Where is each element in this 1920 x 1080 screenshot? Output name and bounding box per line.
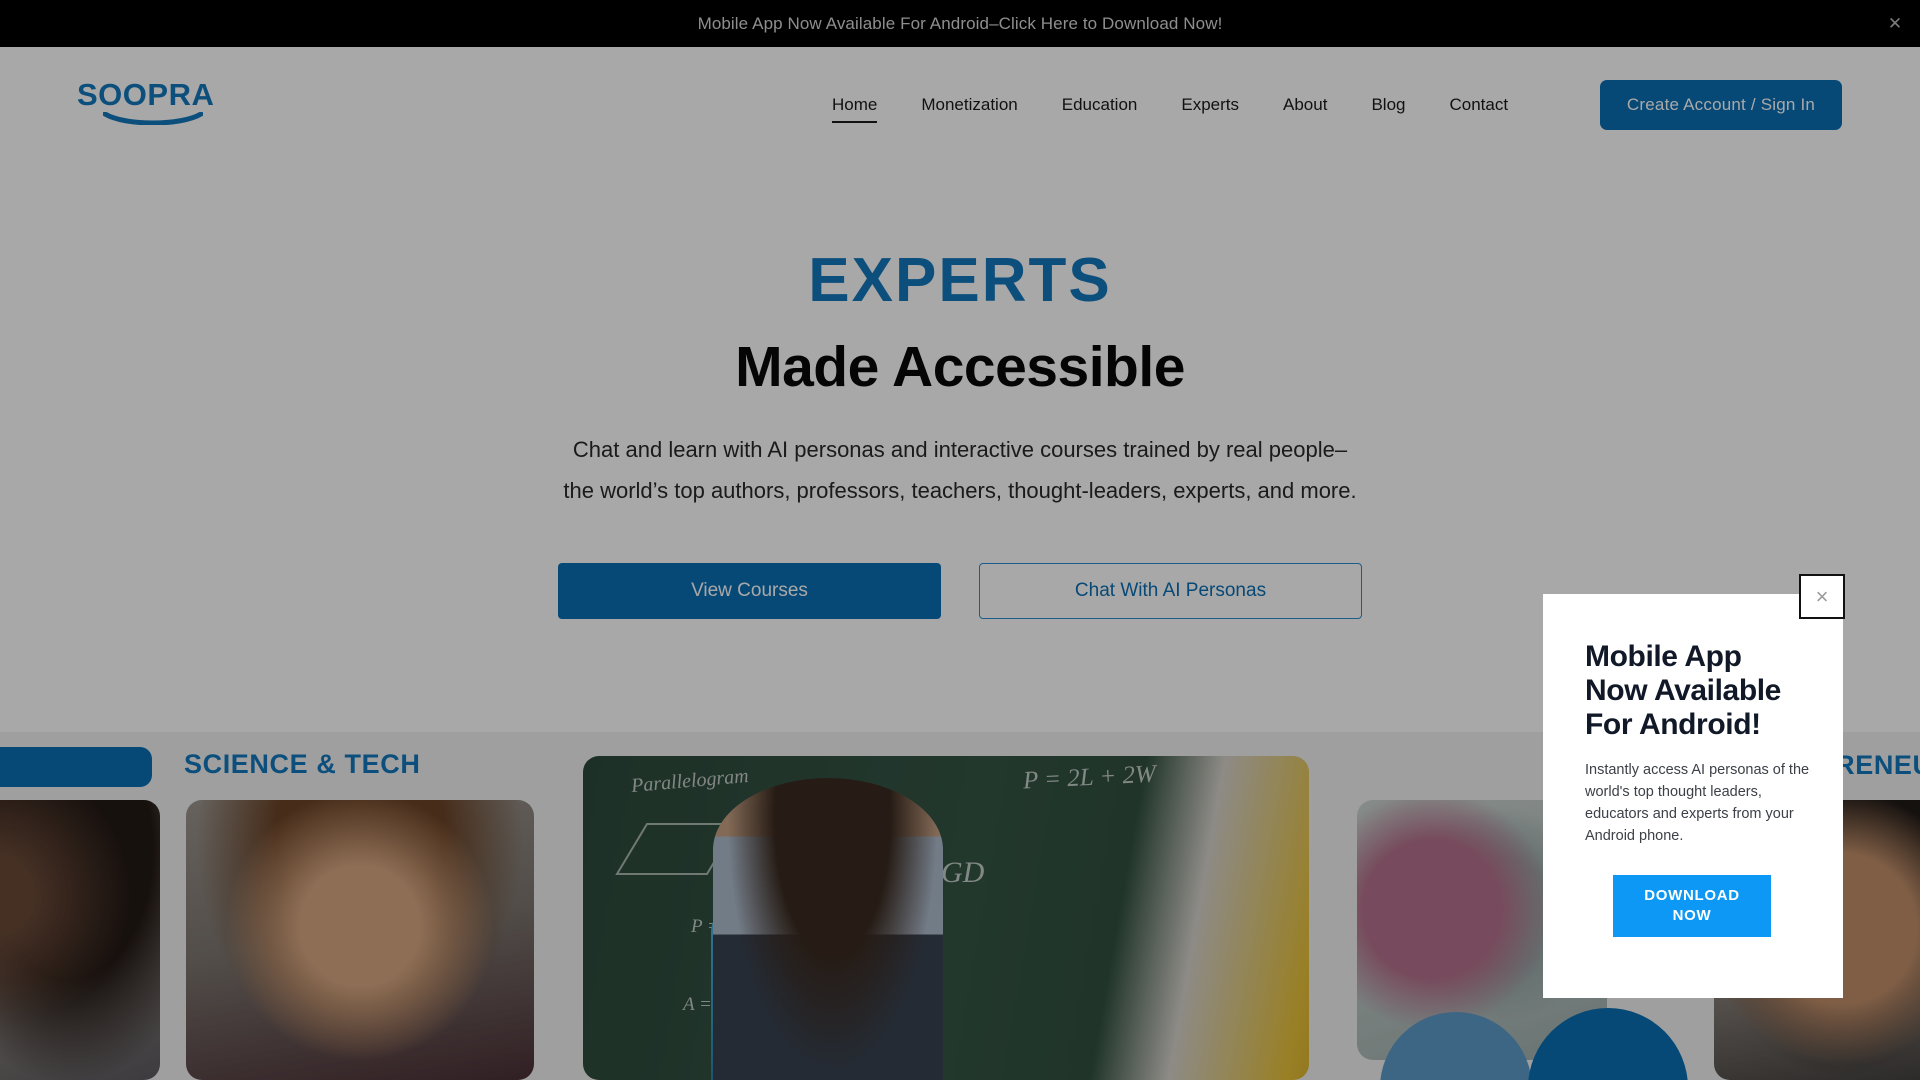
page-root: Mobile App Now Available For Android–Cli… xyxy=(0,0,1920,1080)
modal-close-icon[interactable]: × xyxy=(1799,574,1845,619)
download-now-button[interactable]: DOWNLOAD NOW xyxy=(1613,874,1771,937)
modal-title: Mobile App Now Available For Android! xyxy=(1585,640,1781,741)
modal-body-text: Instantly access AI personas of the worl… xyxy=(1585,761,1810,844)
download-label-line-1: DOWNLOAD xyxy=(1644,886,1740,904)
download-label-line-2: NOW xyxy=(1672,906,1712,924)
mobile-app-promo-modal: × Mobile App Now Available For Android! … xyxy=(1543,574,1845,998)
